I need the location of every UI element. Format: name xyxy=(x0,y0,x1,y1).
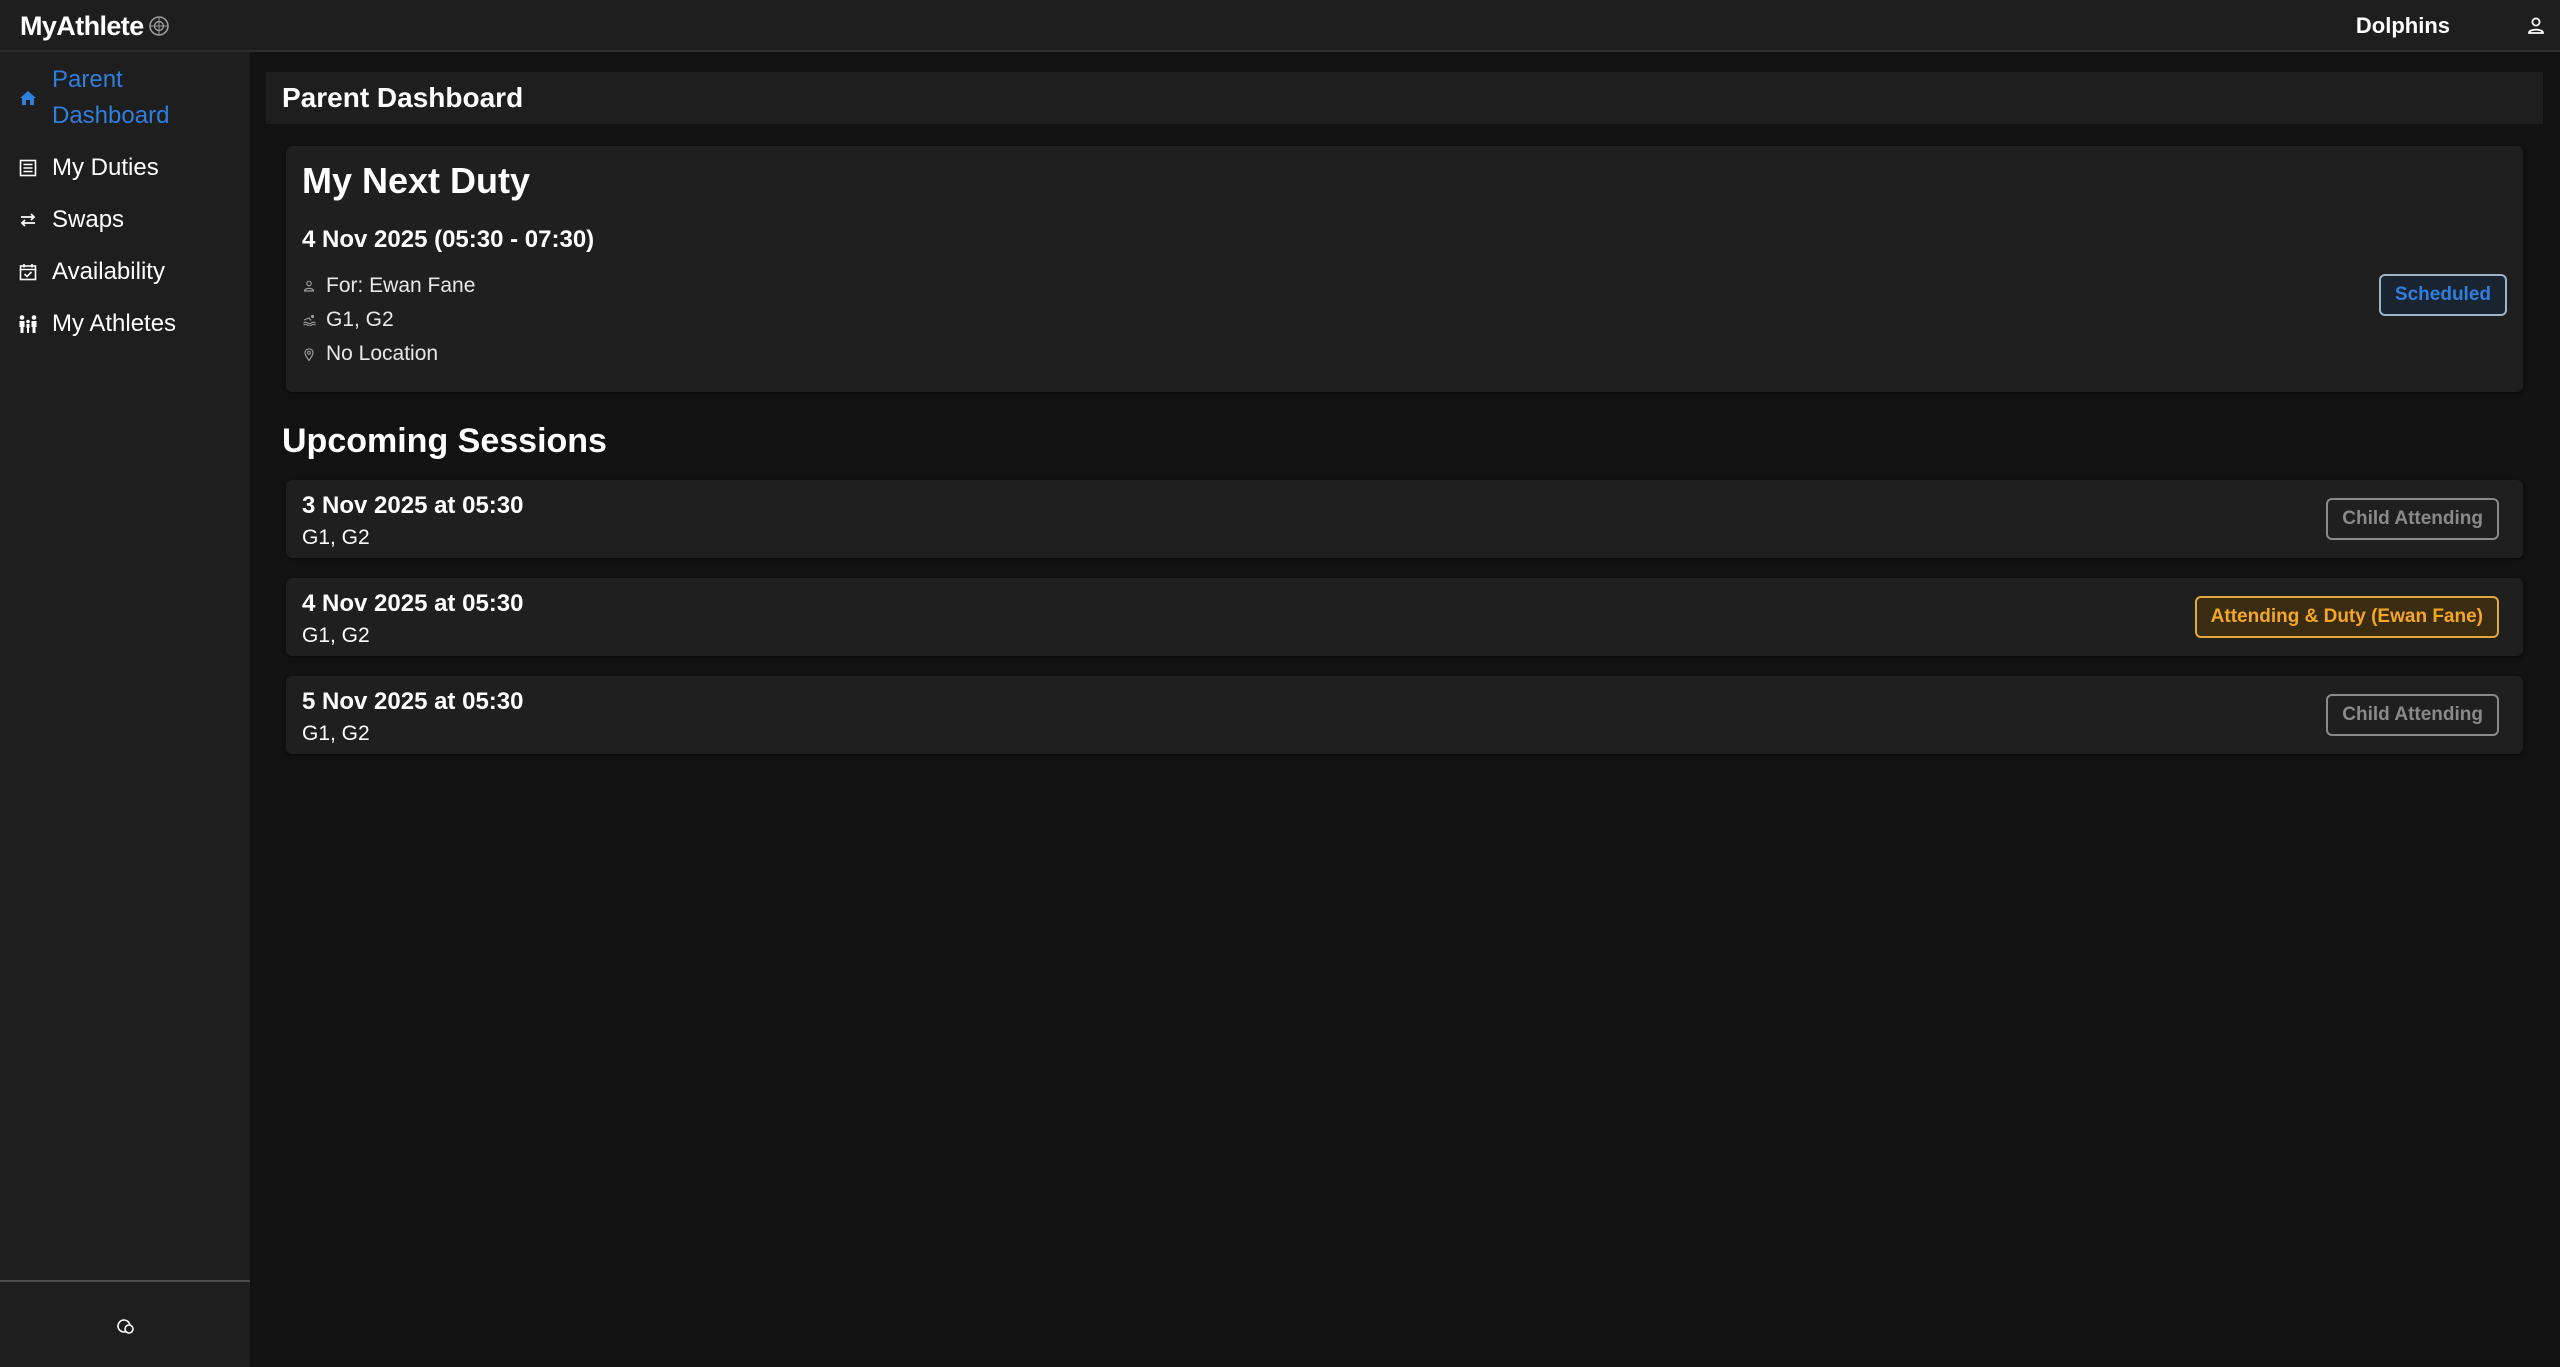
brand-name: MyAthlete xyxy=(20,10,144,41)
session-groups: G1, G2 xyxy=(302,526,370,549)
sidebar-divider xyxy=(0,1280,250,1282)
sidebar-item-label: Availability xyxy=(52,258,165,285)
duty-location-text: No Location xyxy=(326,342,439,365)
status-badge: Child Attending xyxy=(2326,694,2499,736)
session-card[interactable]: 3 Nov 2025 at 05:30 G1, G2 Child Attendi… xyxy=(286,480,2523,558)
next-duty-heading: My Next Duty xyxy=(302,160,531,201)
brand-logo[interactable]: MyAthlete xyxy=(20,10,170,42)
people-icon xyxy=(16,312,40,336)
sidebar-item-label: Swaps xyxy=(52,206,125,233)
session-groups: G1, G2 xyxy=(302,722,370,745)
sidebar-item-parent-dashboard[interactable]: Parent Dashboard xyxy=(0,62,250,134)
session-date: 4 Nov 2025 at 05:30 xyxy=(302,590,524,617)
page-header: Parent Dashboard xyxy=(266,72,2543,124)
sidebar-item-availability[interactable]: Availability xyxy=(0,254,250,290)
session-groups: G1, G2 xyxy=(302,624,370,647)
theme-toggle-icon[interactable] xyxy=(114,1314,138,1338)
duty-for-text: For: Ewan Fane xyxy=(326,274,476,297)
sidebar-item-swaps[interactable]: Swaps xyxy=(0,202,250,238)
next-duty-card[interactable]: My Next Duty 4 Nov 2025 (05:30 - 07:30) … xyxy=(286,146,2523,392)
team-name[interactable]: Dolphins xyxy=(2356,13,2450,39)
account-icon[interactable] xyxy=(2522,12,2550,40)
sidebar-item-label: Parent Dashboard xyxy=(52,66,170,129)
sidebar-item-my-duties[interactable]: My Duties xyxy=(0,150,250,186)
sidebar-item-my-athletes[interactable]: My Athletes xyxy=(0,306,250,342)
status-badge: Child Attending xyxy=(2326,498,2499,540)
status-badge: Attending & Duty (Ewan Fane) xyxy=(2194,596,2499,638)
swap-icon xyxy=(16,208,40,232)
next-duty-date: 4 Nov 2025 (05:30 - 07:30) xyxy=(302,226,595,253)
duty-groups-text: G1, G2 xyxy=(326,308,394,331)
swimmer-icon xyxy=(302,313,316,327)
sidebar: Parent Dashboard My Duties Swaps Availab… xyxy=(0,52,250,1367)
list-icon xyxy=(16,156,40,180)
calendar-check-icon xyxy=(16,260,40,284)
person-icon xyxy=(302,279,316,293)
duty-groups-row: G1, G2 xyxy=(302,308,394,332)
sidebar-item-label: My Duties xyxy=(52,154,159,181)
session-card[interactable]: 5 Nov 2025 at 05:30 G1, G2 Child Attendi… xyxy=(286,676,2523,754)
location-pin-icon xyxy=(302,347,316,361)
club-crest-icon xyxy=(148,16,169,36)
upcoming-sessions-title: Upcoming Sessions xyxy=(282,422,607,460)
duty-for-row: For: Ewan Fane xyxy=(302,274,475,298)
duty-location-row: No Location xyxy=(302,342,438,366)
status-badge: Scheduled xyxy=(2378,274,2507,316)
session-card[interactable]: 4 Nov 2025 at 05:30 G1, G2 Attending & D… xyxy=(286,578,2523,656)
session-date: 3 Nov 2025 at 05:30 xyxy=(302,492,524,519)
top-bar: MyAthlete Dolphins xyxy=(0,0,2560,52)
session-date: 5 Nov 2025 at 05:30 xyxy=(302,688,524,715)
home-icon xyxy=(16,86,40,110)
sidebar-item-label: My Athletes xyxy=(52,310,177,337)
page-title: Parent Dashboard xyxy=(282,82,524,113)
